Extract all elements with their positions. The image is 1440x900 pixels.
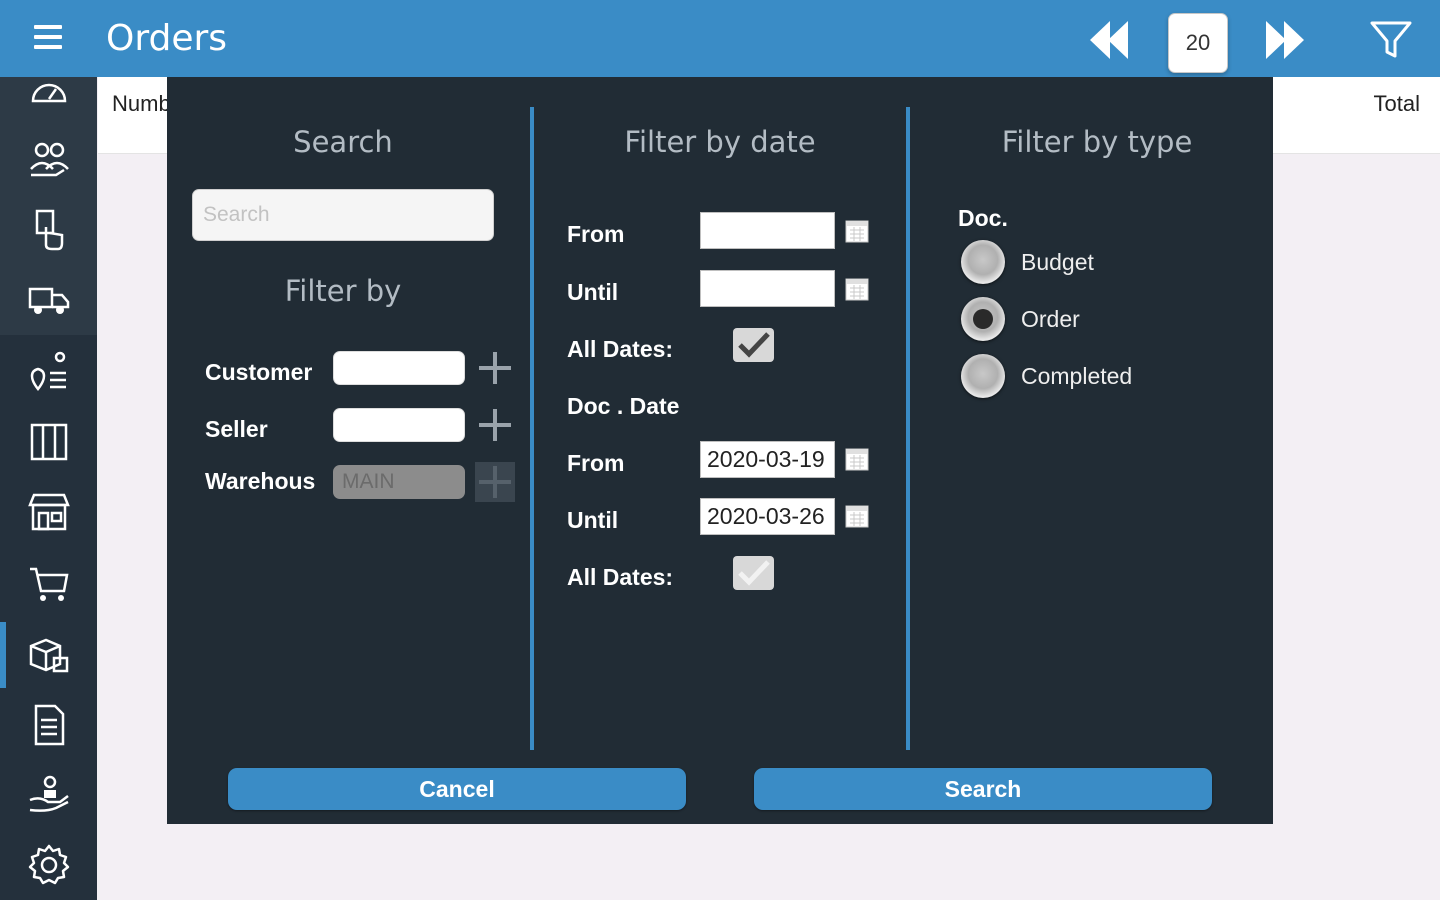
customer-label: Customer	[205, 359, 313, 385]
all-dates-checkbox[interactable]	[732, 327, 775, 363]
cancel-button[interactable]: Cancel	[228, 768, 686, 810]
add-warehouse-icon	[475, 462, 515, 502]
shopping-cart-icon	[29, 567, 69, 601]
doc-date-label: Doc . Date	[567, 393, 680, 419]
sidebar	[0, 77, 97, 900]
until-label: Until	[567, 279, 619, 305]
search-section-title: Search	[293, 125, 393, 159]
sidebar-item-payments[interactable]	[0, 762, 97, 828]
calendar-icon[interactable]	[844, 218, 870, 244]
touch-document-icon	[35, 209, 63, 251]
sidebar-item-routes[interactable]	[0, 339, 97, 405]
page-title: Orders	[106, 18, 228, 59]
sidebar-item-touch[interactable]	[0, 197, 97, 263]
hamburger-menu-icon[interactable]	[28, 22, 68, 58]
sidebar-item-store[interactable]	[0, 479, 97, 545]
column-divider	[530, 107, 534, 750]
seller-field[interactable]	[333, 408, 465, 442]
inventory-shelves-icon	[30, 423, 67, 461]
calendar-icon[interactable]	[844, 446, 870, 472]
type-section-title: Filter by type	[1001, 125, 1193, 159]
all-dates-label: All Dates:	[567, 336, 674, 362]
add-seller-icon[interactable]	[475, 405, 515, 445]
radio-selected-dot	[973, 309, 993, 329]
radio-budget-label[interactable]: Budget	[1021, 249, 1094, 276]
date-section-title: Filter by date	[624, 125, 816, 159]
search-button[interactable]: Search	[754, 768, 1212, 810]
radio-order[interactable]	[961, 297, 1005, 341]
sidebar-item-delivery[interactable]	[0, 267, 97, 333]
from-date-field[interactable]	[700, 212, 835, 249]
dashboard-icon	[31, 83, 66, 103]
delivery-truck-icon	[28, 287, 69, 314]
until-date-field[interactable]	[700, 270, 835, 307]
column-number[interactable]: Numb	[112, 91, 171, 117]
page-size-field[interactable]: 20	[1168, 13, 1228, 73]
customers-icon	[29, 142, 69, 177]
sidebar-item-invoices[interactable]	[0, 692, 97, 758]
doc-type-label: Doc.	[958, 205, 1008, 231]
doc-until-date-field[interactable]: 2020-03-26	[700, 498, 835, 535]
sidebar-item-dashboard[interactable]	[0, 59, 97, 125]
radio-budget[interactable]	[961, 240, 1005, 284]
search-input[interactable]	[192, 189, 494, 241]
sidebar-item-customers[interactable]	[0, 127, 97, 193]
sidebar-item-settings[interactable]	[0, 832, 97, 898]
cash-hand-icon	[29, 775, 69, 812]
doc-all-dates-checkbox[interactable]	[732, 555, 775, 591]
column-divider	[906, 107, 910, 750]
radio-completed[interactable]	[961, 354, 1005, 398]
orders-boxes-icon	[29, 638, 68, 673]
previous-page-icon[interactable]	[1086, 18, 1136, 62]
customer-field[interactable]	[333, 351, 465, 385]
next-page-icon[interactable]	[1260, 18, 1310, 62]
invoice-document-icon	[34, 704, 64, 746]
doc-from-date-field[interactable]: 2020-03-19	[700, 441, 835, 478]
top-app-bar: Orders 20	[0, 0, 1440, 77]
sidebar-item-cart[interactable]	[0, 551, 97, 617]
store-icon	[27, 493, 70, 531]
sidebar-item-inventory[interactable]	[0, 409, 97, 475]
from-label: From	[567, 221, 625, 247]
sidebar-item-orders[interactable]	[0, 622, 97, 688]
radio-completed-label[interactable]: Completed	[1021, 363, 1132, 390]
doc-from-label: From	[567, 450, 625, 476]
filter-funnel-icon[interactable]	[1368, 18, 1414, 62]
route-location-icon	[30, 351, 66, 392]
filter-by-title: Filter by	[284, 274, 402, 308]
warehouse-label: Warehous	[205, 468, 316, 494]
settings-gear-icon	[28, 844, 69, 885]
radio-order-label[interactable]: Order	[1021, 306, 1080, 333]
seller-label: Seller	[205, 416, 268, 442]
doc-all-dates-label: All Dates:	[567, 564, 674, 590]
column-total[interactable]: Total	[1374, 91, 1420, 117]
warehouse-field: MAIN	[333, 465, 465, 499]
add-customer-icon[interactable]	[475, 348, 515, 388]
doc-until-label: Until	[567, 507, 619, 533]
calendar-icon[interactable]	[844, 503, 870, 529]
filter-dialog: Search Filter by Customer Seller Warehou…	[167, 77, 1273, 824]
calendar-icon[interactable]	[844, 276, 870, 302]
